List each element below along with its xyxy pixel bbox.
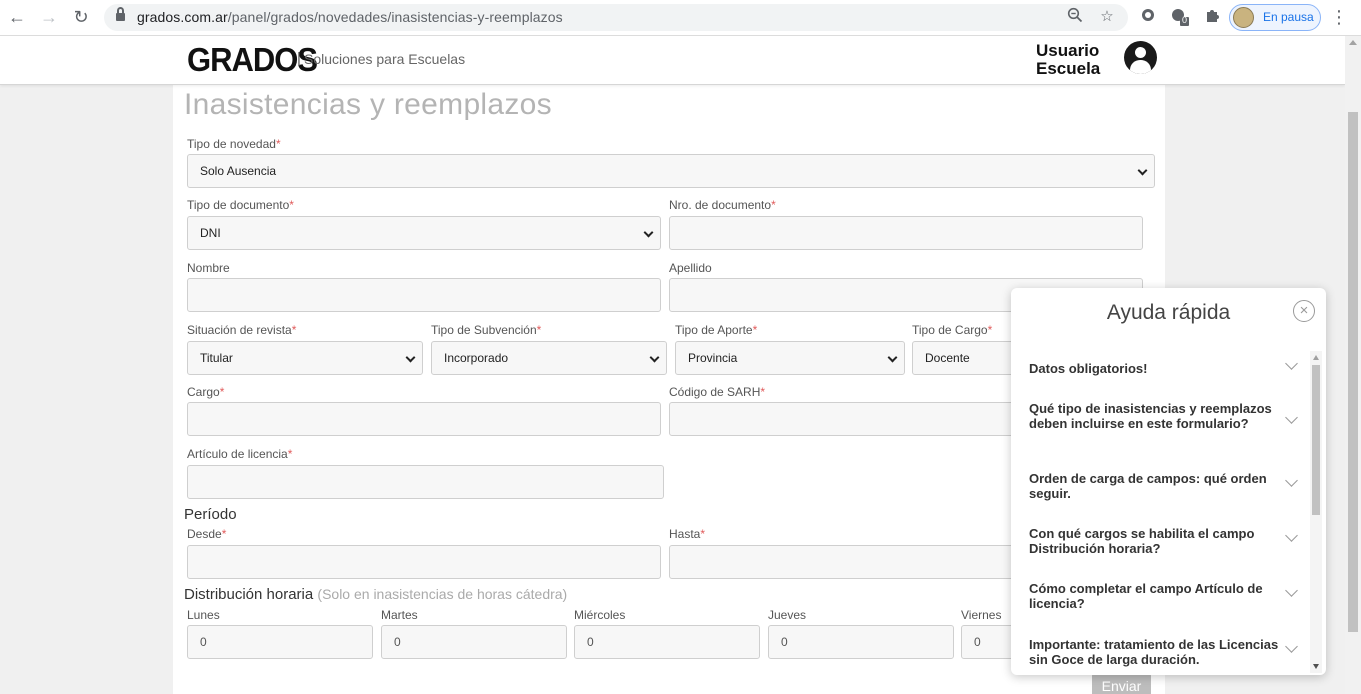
chevron-down-icon[interactable]: [1285, 584, 1298, 597]
periodo-title: Período: [184, 506, 237, 523]
chevron-down-icon[interactable]: [1285, 411, 1298, 424]
tipo-documento-select[interactable]: DNI: [187, 216, 661, 250]
chevron-down-icon: [643, 227, 654, 238]
articulo-licencia-label: Artículo de licencia*: [187, 447, 293, 461]
chevron-down-icon: [887, 352, 898, 363]
tipo-subvencion-select[interactable]: Incorporado: [431, 341, 667, 375]
page-viewport: GRADOS | Soluciones para Escuelas Usuari…: [0, 36, 1345, 694]
desde-input[interactable]: [187, 545, 661, 579]
help-scrollbar[interactable]: [1310, 351, 1322, 673]
user-name-line2: Escuela: [1036, 59, 1101, 78]
user-name-line1: Usuario: [1036, 41, 1100, 60]
forward-arrow-icon[interactable]: →: [38, 6, 60, 28]
chevron-down-icon: [405, 352, 416, 363]
distribucion-title: Distribución horaria (Solo en inasistenc…: [184, 586, 568, 603]
cargo-label: Cargo*: [187, 385, 225, 399]
zoom-icon[interactable]: [1065, 7, 1085, 27]
codigo-sarh-label: Código de SARH*: [669, 385, 766, 399]
chevron-down-icon: [1137, 165, 1148, 176]
quick-help-list: Datos obligatorios! Qué tipo de inasiste…: [1011, 351, 1311, 673]
day-label-viernes: Viernes: [961, 608, 1002, 622]
chevron-down-icon[interactable]: [1285, 474, 1298, 487]
extension-badge-count: 0: [1182, 15, 1188, 25]
desde-label: Desde*: [187, 527, 227, 541]
close-icon[interactable]: ×: [1293, 300, 1315, 322]
cargo-input[interactable]: [187, 402, 661, 436]
user-name[interactable]: Usuario Escuela: [1036, 42, 1100, 78]
help-item-cargos-distribucion[interactable]: Con qué cargos se habilita el campo Dist…: [1029, 526, 1285, 556]
help-item-orden-carga[interactable]: Orden de carga de campos: qué orden segu…: [1029, 471, 1285, 501]
help-scroll-thumb[interactable]: [1312, 365, 1320, 515]
scroll-up-arrow-icon[interactable]: [1349, 40, 1357, 45]
url-text: grados.com.ar/panel/grados/novedades/ina…: [137, 9, 563, 25]
situacion-revista-label: Situación de revista*: [187, 323, 297, 337]
address-bar[interactable]: grados.com.ar/panel/grados/novedades/ina…: [104, 4, 1128, 31]
submit-button[interactable]: Enviar: [1092, 674, 1151, 694]
extension-circle-icon[interactable]: [1138, 7, 1158, 27]
page-scroll-thumb[interactable]: [1348, 112, 1358, 632]
day-label-jueves: Jueves: [768, 608, 807, 622]
articulo-licencia-input[interactable]: [187, 465, 664, 499]
nro-documento-label: Nro. de documento*: [669, 198, 776, 212]
page-scrollbar[interactable]: [1345, 36, 1361, 694]
chevron-down-icon[interactable]: [1285, 640, 1298, 653]
help-item-licencias-sin-goce[interactable]: Importante: tratamiento de las Licencias…: [1029, 637, 1285, 667]
chevron-down-icon[interactable]: [1285, 529, 1298, 542]
day-label-miercoles: Miércoles: [574, 608, 626, 622]
site-header: GRADOS | Soluciones para Escuelas Usuari…: [0, 36, 1345, 85]
tagline: Soluciones para Escuelas: [304, 51, 466, 67]
browser-toolbar: ← → ↻ grados.com.ar/panel/grados/novedad…: [0, 0, 1361, 36]
scroll-down-arrow-icon[interactable]: [1313, 664, 1319, 669]
page-title: Inasistencias y reemplazos: [184, 88, 552, 121]
tipo-novedad-label: Tipo de novedad*: [187, 137, 281, 151]
puzzle-extensions-icon[interactable]: [1202, 7, 1222, 27]
scroll-up-arrow-icon[interactable]: [1313, 355, 1319, 360]
chevron-down-icon[interactable]: [1285, 357, 1298, 370]
user-avatar-icon[interactable]: [1124, 41, 1157, 74]
day-input-martes[interactable]: 0: [381, 625, 567, 659]
nombre-input[interactable]: [187, 278, 661, 312]
distribucion-note: (Solo en inasistencias de horas cátedra): [317, 586, 568, 602]
tipo-aporte-select[interactable]: Provincia: [675, 341, 905, 375]
back-arrow-icon[interactable]: ←: [6, 6, 28, 28]
apellido-label: Apellido: [669, 261, 712, 275]
help-item-tipo-inasistencias[interactable]: Qué tipo de inasistencias y reemplazos d…: [1029, 401, 1285, 431]
help-item-datos-obligatorios[interactable]: Datos obligatorios!: [1029, 361, 1285, 376]
day-input-lunes[interactable]: 0: [187, 625, 373, 659]
help-item-articulo-licencia[interactable]: Cómo completar el campo Artículo de lice…: [1029, 581, 1285, 611]
nombre-label: Nombre: [187, 261, 230, 275]
chevron-down-icon: [649, 352, 660, 363]
tipo-subvencion-label: Tipo de Subvención*: [431, 323, 542, 337]
tipo-documento-label: Tipo de documento*: [187, 198, 294, 212]
day-label-lunes: Lunes: [187, 608, 220, 622]
bookmark-star-icon[interactable]: ☆: [1097, 7, 1117, 27]
logo-separator: |: [297, 50, 301, 67]
tipo-cargo-label: Tipo de Cargo*: [912, 323, 993, 337]
extension-badge-icon[interactable]: 0: [1170, 7, 1190, 27]
situacion-revista-select[interactable]: Titular: [187, 341, 423, 375]
browser-menu-icon[interactable]: ⋮: [1330, 6, 1348, 28]
lock-icon: [116, 7, 125, 22]
day-input-jueves[interactable]: 0: [768, 625, 954, 659]
quick-help-panel: Ayuda rápida × Datos obligatorios! Qué t…: [1011, 288, 1326, 675]
profile-avatar: [1233, 7, 1254, 28]
nro-documento-input[interactable]: [669, 216, 1143, 250]
profile-button[interactable]: En pausa: [1229, 4, 1321, 31]
day-input-miercoles[interactable]: 0: [574, 625, 760, 659]
quick-help-title: Ayuda rápida: [1106, 301, 1231, 324]
day-label-martes: Martes: [381, 608, 418, 622]
hasta-label: Hasta*: [669, 527, 706, 541]
profile-status-label: En pausa: [1263, 10, 1314, 24]
reload-icon[interactable]: ↻: [70, 6, 92, 28]
tipo-aporte-label: Tipo de Aporte*: [675, 323, 758, 337]
tipo-novedad-select[interactable]: Solo Ausencia: [187, 154, 1155, 188]
